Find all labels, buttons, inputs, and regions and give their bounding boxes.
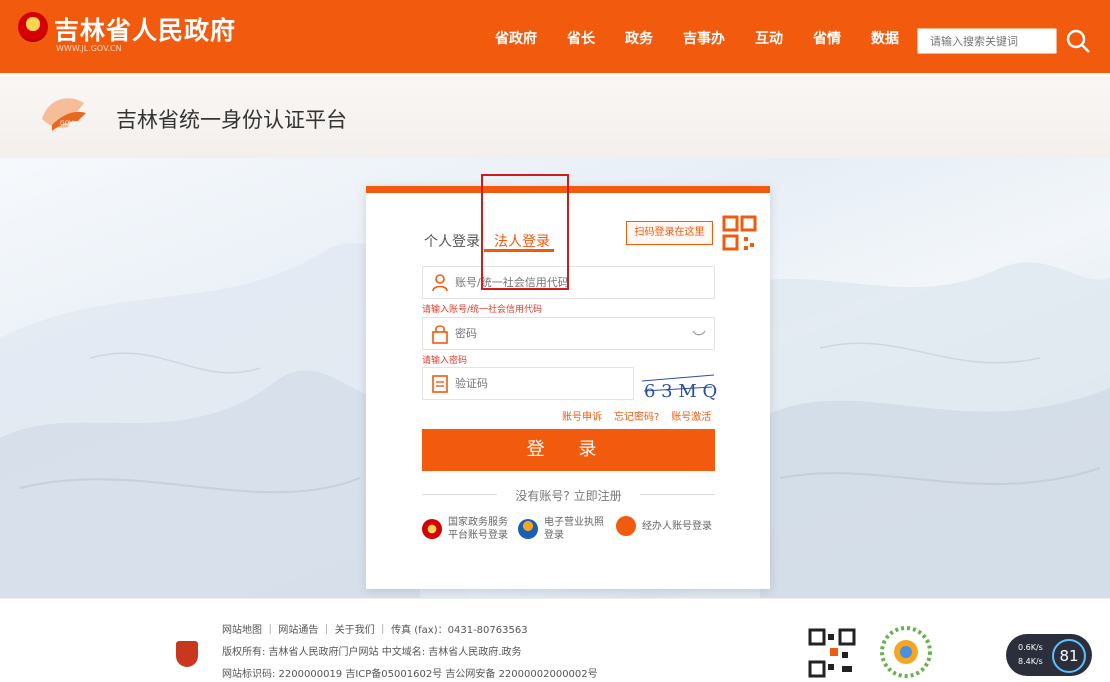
police-emblem-icon [176, 641, 198, 667]
site-title[interactable]: 吉林省人民政府 [54, 11, 236, 47]
agent-person-icon [616, 516, 636, 536]
network-speed-widget[interactable]: 0.6K/s 8.4K/s 81 [1006, 634, 1092, 676]
nav-item-services[interactable]: 吉事办 [683, 28, 725, 48]
tab-personal-login[interactable]: 个人登录 [424, 231, 480, 251]
top-header: 吉林省人民政府 WWW.JL.GOV.CN 省政府 省长 政务 吉事办 互动 省… [0, 0, 1110, 73]
forgot-password-link[interactable]: 忘记密码? [614, 408, 659, 423]
search-box [917, 28, 1057, 54]
captcha-field [422, 367, 634, 400]
upload-speed: 0.6K/s [1018, 643, 1043, 652]
captcha-input[interactable] [455, 368, 625, 399]
business-license-icon [518, 519, 538, 539]
captcha-image[interactable]: 6 3 M Q [638, 367, 718, 403]
jilin-map-logo-icon: GOV [42, 98, 86, 131]
account-activate-link[interactable]: 账号激活 [671, 408, 711, 423]
speed-score: 81 [1052, 639, 1086, 673]
download-speed: 8.4K/s [1018, 657, 1043, 666]
qr-code-icon[interactable] [722, 215, 758, 253]
alt-login-agent[interactable]: 经办人账号登录 [616, 516, 712, 536]
password-field [422, 317, 715, 350]
mini-program-code-image [880, 626, 932, 678]
account-appeal-link[interactable]: 账号申诉 [562, 408, 602, 423]
platform-title: 吉林省统一身份认证平台 [116, 108, 347, 132]
nav-item-government[interactable]: 省政府 [495, 28, 537, 48]
captcha-text: 6 3 M Q [644, 381, 717, 402]
highlight-annotation-box [481, 174, 569, 290]
footer: 网站地图 ｜ 网站通告 ｜ 关于我们 ｜ 传真 (fax)：0431-80763… [0, 598, 1110, 682]
search-input[interactable] [918, 29, 1056, 53]
password-error: 请输入密码 [422, 356, 468, 366]
search-icon[interactable] [1063, 26, 1093, 56]
footer-registration: 网站标识码: 2200000019 吉ICP备05001602号 吉公网安备 2… [222, 669, 598, 680]
nav-item-data[interactable]: 数据 [871, 28, 899, 48]
nav-item-affairs[interactable]: 政务 [625, 28, 653, 48]
nav-item-interaction[interactable]: 互动 [755, 28, 783, 48]
eye-closed-icon[interactable] [692, 328, 706, 338]
footer-copyright: 版权所有: 吉林省人民政府门户网站 中文域名: 吉林省人民政府.政务 [222, 647, 522, 658]
svg-text:GOV: GOV [60, 120, 74, 127]
nav-item-governor[interactable]: 省长 [567, 28, 595, 48]
qr-code-image [808, 628, 856, 678]
national-emblem-icon [422, 519, 442, 539]
footer-links[interactable]: 网站地图 ｜ 网站通告 ｜ 关于我们 ｜ 传真 (fax)：0431-80763… [222, 621, 528, 636]
password-input[interactable] [455, 318, 695, 349]
lock-icon [432, 325, 448, 344]
user-icon [432, 274, 448, 292]
alt-login-business-license[interactable]: 电子营业执照登录 [518, 516, 608, 542]
register-link[interactable]: 没有账号? 立即注册 [422, 487, 715, 504]
qr-login-tip[interactable]: 扫码登录在这里 [626, 221, 713, 245]
main-nav: 省政府 省长 政务 吉事办 互动 省情 数据 [495, 28, 929, 48]
account-error: 请输入账号/统一社会信用代码 [422, 305, 543, 315]
login-button[interactable]: 登 录 [422, 429, 715, 471]
captcha-icon [432, 375, 448, 393]
alt-login-national[interactable]: 国家政务服务平台账号登录 [422, 516, 512, 542]
site-url: WWW.JL.GOV.CN [56, 44, 122, 53]
nav-item-province-info[interactable]: 省情 [813, 28, 841, 48]
account-links: 账号申诉 忘记密码? 账号激活 [562, 408, 723, 423]
national-emblem-icon [18, 12, 48, 42]
